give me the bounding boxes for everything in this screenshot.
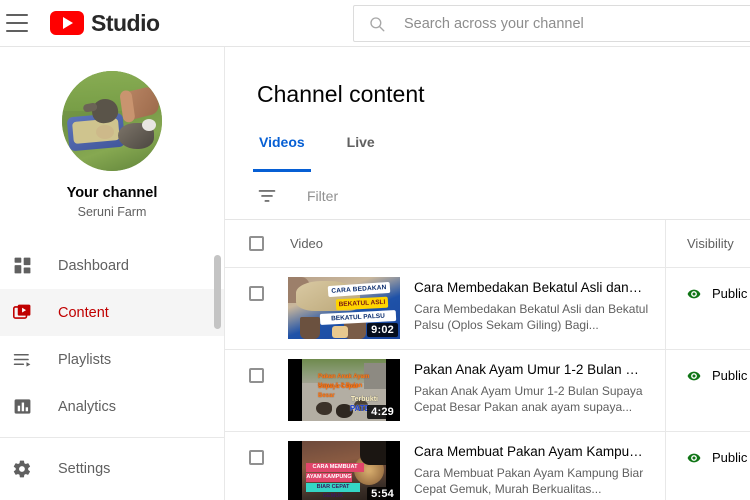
video-duration: 4:29 [367, 405, 398, 419]
row-select-cell[interactable] [225, 350, 288, 383]
visibility-label: Public [712, 286, 748, 301]
video-cell: Pakan Anak Ayam Umur 1-2 Bulan Supaya Ce… [288, 350, 665, 421]
sidebar-item-label: Settings [58, 460, 111, 477]
sidebar-item-label: Analytics [58, 398, 117, 415]
filter-placeholder[interactable]: Filter [307, 188, 338, 204]
row-select-cell[interactable] [225, 268, 288, 301]
channel-block: Your channel Seruni Farm [0, 47, 224, 219]
tab-videos[interactable]: Videos [253, 134, 311, 172]
video-cell: CARA BEDAKAN BEKATUL ASLI BEKATUL PALSU … [288, 268, 665, 339]
video-cell: CARA MEMBUAT PAKAN AYAM KAMPUNG BIAR CEP… [288, 432, 665, 500]
table-row[interactable]: CARA BEDAKAN BEKATUL ASLI BEKATUL PALSU … [225, 268, 750, 350]
thumbnail-text-line: CARA MEMBUAT PAKAN [306, 463, 364, 479]
column-divider [665, 268, 666, 349]
eye-public-icon [687, 371, 701, 381]
filter-bar[interactable]: Filter [225, 172, 750, 220]
select-all-checkbox[interactable] [249, 236, 264, 251]
video-description: Cara Membedakan Bekatul Asli dan Bekatul… [414, 302, 649, 332]
thumbnail-text-line: Pakan Anak Ayam Umur 1-2 Bulan [318, 374, 370, 389]
select-all-cell[interactable] [225, 236, 288, 251]
thumbnail-text-line: Terbukti [350, 396, 378, 403]
video-thumbnail[interactable]: CARA MEMBUAT PAKAN AYAM KAMPUNG BIAR CEP… [288, 441, 400, 500]
sidebar-scrollbar-thumb[interactable] [214, 255, 221, 329]
sidebar-scrollbar[interactable] [214, 255, 221, 500]
row-checkbox[interactable] [249, 286, 264, 301]
sidebar-item-settings[interactable]: Settings [0, 445, 224, 492]
youtube-logo-icon [50, 11, 84, 35]
brand-label: Studio [91, 9, 160, 36]
gear-icon [8, 457, 36, 481]
column-header-visibility: Visibility [687, 236, 734, 251]
sidebar-item-content[interactable]: Content [0, 289, 224, 336]
left-sidebar: Your channel Seruni Farm Dashboard Conte… [0, 47, 225, 500]
youtube-studio-brand[interactable]: Studio [50, 10, 160, 37]
sidebar-divider [0, 437, 224, 438]
video-title[interactable]: Cara Membuat Pakan Ayam Kampung... [414, 444, 644, 459]
filter-icon[interactable] [257, 186, 277, 206]
visibility-label: Public [712, 450, 748, 465]
hamburger-menu-icon[interactable] [6, 14, 30, 32]
video-description: Cara Membuat Pakan Ayam Kampung Biar Cep… [414, 466, 644, 496]
column-divider [665, 220, 666, 267]
sidebar-item-label: Dashboard [58, 257, 129, 274]
dashboard-grid-icon [8, 254, 36, 278]
video-duration: 9:02 [367, 323, 398, 337]
eye-public-icon [687, 453, 701, 463]
column-divider [665, 350, 666, 431]
your-channel-label: Your channel [66, 185, 158, 201]
thumbnail-text-line: AYAM KAMPUNG [306, 473, 352, 482]
visibility-label: Public [712, 368, 748, 383]
video-description: Pakan Anak Ayam Umur 1-2 Bulan Supaya Ce… [414, 384, 643, 414]
video-title[interactable]: Cara Membedakan Bekatul Asli dan P... [414, 280, 644, 295]
video-thumbnail[interactable]: Pakan Anak Ayam Umur 1-2 Bulan Supaya Ce… [288, 359, 400, 421]
table-header-row: Video Visibility [225, 220, 750, 268]
search-input[interactable] [404, 15, 750, 32]
content-video-stack-icon [8, 301, 36, 325]
column-divider [665, 432, 666, 500]
avatar[interactable] [62, 71, 162, 171]
content-tabs: Videos Live [253, 134, 750, 172]
visibility-cell[interactable]: Public [665, 432, 750, 465]
thumbnail-text-line: BIAR CEPAT GEMUK [306, 483, 360, 499]
tab-live[interactable]: Live [345, 134, 377, 172]
search-icon [370, 16, 385, 31]
table-row[interactable]: Pakan Anak Ayam Umur 1-2 Bulan Supaya Ce… [225, 350, 750, 432]
search-bar[interactable] [353, 5, 750, 42]
sidebar-item-label: Content [58, 304, 109, 321]
row-select-cell[interactable] [225, 432, 288, 465]
video-meta: Cara Membuat Pakan Ayam Kampung... Cara … [414, 444, 650, 500]
eye-public-icon [687, 289, 701, 299]
video-title[interactable]: Pakan Anak Ayam Umur 1-2 Bulan Su... [414, 362, 644, 377]
table-row[interactable]: CARA MEMBUAT PAKAN AYAM KAMPUNG BIAR CEP… [225, 432, 750, 500]
video-thumbnail[interactable]: CARA BEDAKAN BEKATUL ASLI BEKATUL PALSU … [288, 277, 400, 339]
sidebar-item-playlists[interactable]: Playlists [0, 336, 224, 383]
thumbnail-text-line: BEKATUL ASLI [335, 296, 389, 311]
visibility-cell[interactable]: Public [665, 268, 750, 301]
sidebar-item-analytics[interactable]: Analytics [0, 383, 224, 430]
channel-name-label: Seruni Farm [77, 205, 147, 219]
column-header-video: Video [290, 236, 324, 251]
video-meta: Pakan Anak Ayam Umur 1-2 Bulan Su... Pak… [414, 362, 650, 421]
video-meta: Cara Membedakan Bekatul Asli dan P... Ca… [414, 280, 650, 339]
video-duration: 5:54 [367, 487, 398, 500]
thumbnail-text-line: Supaya Cepat Besar [318, 384, 358, 399]
sidebar-nav: Dashboard Content Playlists Analytics Se… [0, 242, 224, 492]
analytics-bar-chart-icon [8, 395, 36, 419]
page-title: Channel content [257, 81, 425, 107]
sidebar-item-dashboard[interactable]: Dashboard [0, 242, 224, 289]
top-header: Studio [0, 0, 750, 47]
row-checkbox[interactable] [249, 368, 264, 383]
main-content: Channel content Videos Live Filter Video… [225, 47, 750, 500]
playlists-icon [8, 348, 36, 372]
visibility-cell[interactable]: Public [665, 350, 750, 383]
sidebar-item-label: Playlists [58, 351, 112, 368]
row-checkbox[interactable] [249, 450, 264, 465]
